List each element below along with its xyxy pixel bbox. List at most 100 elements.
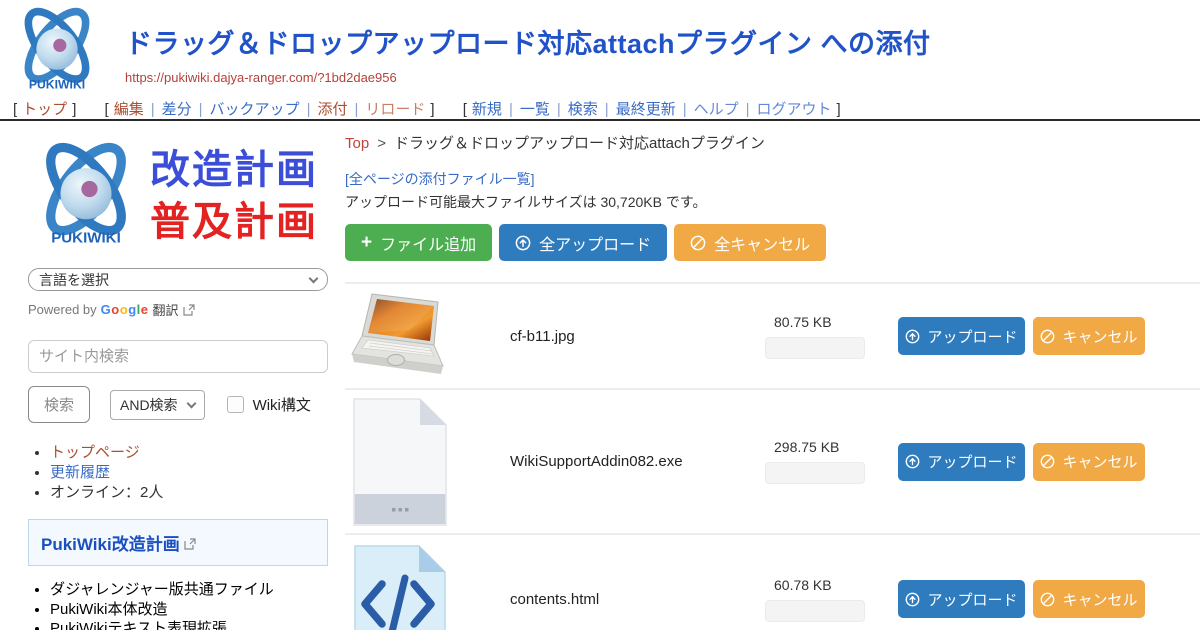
bracket: [: [463, 101, 467, 118]
wiki-syntax-checkbox[interactable]: [227, 396, 244, 413]
atom-logo-icon: PUKIWIKI: [28, 136, 144, 256]
row-actions: アップロード キャンセル: [898, 317, 1145, 355]
nav-new[interactable]: 新規: [472, 101, 502, 118]
cancel-label: キャンセル: [1062, 589, 1137, 610]
file-row: cf-b11.jpg 80.75 KB アップロード: [345, 282, 1200, 388]
google-translate-attribution: Powered by Google 翻訳: [28, 300, 330, 319]
upload-circle-icon: [905, 454, 920, 469]
language-select[interactable]: 言語を選択: [28, 268, 328, 291]
breadcrumb-home-link[interactable]: Top: [345, 135, 369, 152]
site-search-input[interactable]: [28, 340, 328, 373]
pipe: |: [746, 101, 750, 118]
upload-progress-bar: [765, 337, 865, 359]
pipe: |: [605, 101, 609, 118]
sidebar-item-top-page[interactable]: トップページ: [50, 444, 140, 461]
nav-help[interactable]: ヘルプ: [694, 101, 739, 118]
list-item: 更新履歴: [50, 463, 330, 482]
file-row: contents.html 60.78 KB アップロード: [345, 533, 1200, 630]
bracket: [: [105, 101, 109, 118]
online-count: オンライン：2人: [50, 484, 163, 501]
bracket: ]: [430, 101, 434, 118]
pipe: |: [509, 101, 513, 118]
nav-group-site: [新規|一覧|検索|最終更新|ヘルプ|ログアウト]: [458, 101, 846, 118]
sidebar-item-update-history[interactable]: 更新履歴: [50, 464, 110, 481]
sidebar-item-core-mods[interactable]: PukiWiki本体改造: [50, 601, 168, 618]
upload-all-button[interactable]: 全アップロード: [499, 224, 667, 261]
search-controls: 検索 AND検索 Wiki構文: [28, 386, 330, 423]
cancel-all-label: 全キャンセル: [714, 231, 810, 255]
max-upload-size-text: アップロード可能最大ファイルサイズは 30,720KB です。: [345, 192, 1200, 210]
search-mode-value: AND検索: [120, 395, 178, 415]
list-item: トップページ: [50, 443, 330, 462]
upload-circle-icon: [905, 329, 920, 344]
sidebar-item-common-files[interactable]: ダジャレンジャー版共通ファイル: [50, 581, 274, 598]
upload-label: アップロード: [927, 451, 1017, 472]
nav-search[interactable]: 検索: [568, 101, 598, 118]
upload-circle-icon: [515, 235, 531, 251]
nav-top[interactable]: トップ: [22, 101, 67, 118]
nav-diff[interactable]: 差分: [162, 101, 192, 118]
nav-list[interactable]: 一覧: [520, 101, 550, 118]
breadcrumb-current-page: ドラッグ＆ドロップアップロード対応attachプラグイン: [394, 135, 765, 152]
pukiwiki-logo[interactable]: PUKIWIKI: [10, 4, 104, 103]
file-size: 60.78 KB: [774, 577, 880, 593]
banner-line-2: 普及計画: [150, 196, 318, 248]
cancel-button[interactable]: キャンセル: [1033, 443, 1145, 481]
nav-backup[interactable]: バックアップ: [210, 101, 300, 118]
file-name: contents.html: [510, 591, 760, 608]
cancel-button[interactable]: キャンセル: [1033, 580, 1145, 618]
sidebar: PUKIWIKI 改造計画 普及計画 言語を選択 Powered by Goog…: [28, 132, 330, 630]
list-item: ダジャレンジャー版共通ファイル: [50, 580, 330, 600]
file-row: WikiSupportAddin082.exe 298.75 KB アップロード: [345, 388, 1200, 533]
upload-button[interactable]: アップロード: [898, 580, 1025, 618]
translate-link[interactable]: 翻訳: [153, 300, 179, 319]
file-size: 80.75 KB: [774, 314, 880, 330]
page-title: ドラッグ＆ドロップアップロード対応attachプラグイン への添付: [125, 22, 931, 61]
language-select-value: 言語を選択: [39, 270, 109, 290]
row-actions: アップロード キャンセル: [898, 443, 1145, 481]
ban-icon: [1040, 592, 1055, 607]
sidebar-banner[interactable]: PUKIWIKI 改造計画 普及計画: [28, 132, 330, 260]
upload-label: アップロード: [927, 326, 1017, 347]
pipe: |: [199, 101, 203, 118]
banner-line-1: 改造計画: [150, 144, 318, 196]
header: ドラッグ＆ドロップアップロード対応attachプラグイン への添付 https:…: [125, 22, 931, 85]
ban-icon: [1040, 454, 1055, 469]
nav-attach[interactable]: 添付: [317, 101, 347, 118]
upload-progress-bar: [765, 462, 865, 484]
banner-text: 改造計画 普及計画: [150, 144, 318, 248]
search-button[interactable]: 検索: [28, 386, 90, 423]
nav-reload[interactable]: リロード: [365, 101, 425, 118]
search-mode-select[interactable]: AND検索: [110, 390, 205, 420]
cancel-all-button[interactable]: 全キャンセル: [674, 224, 826, 261]
file-size-cell: 60.78 KB: [765, 577, 880, 622]
add-files-button[interactable]: + ファイル追加: [345, 224, 492, 261]
cancel-button[interactable]: キャンセル: [1033, 317, 1145, 355]
breadcrumb: Top>ドラッグ＆ドロップアップロード対応attachプラグイン: [345, 132, 1200, 152]
file-size-cell: 80.75 KB: [765, 314, 880, 359]
all-attachments-link[interactable]: [全ページの添付ファイル一覧]: [345, 169, 1200, 187]
page-url-link[interactable]: https://pukiwiki.dajya-ranger.com/?1bd2d…: [125, 70, 931, 85]
pipe: |: [557, 101, 561, 118]
nav-group-home: [トップ]: [8, 101, 81, 118]
generic-file-icon: [350, 397, 450, 527]
upload-button[interactable]: アップロード: [898, 443, 1025, 481]
upload-all-label: 全アップロード: [539, 231, 651, 255]
file-thumbnail: [345, 290, 455, 382]
nav-recent[interactable]: 最終更新: [616, 101, 676, 118]
row-actions: アップロード キャンセル: [898, 580, 1145, 618]
nav-logout[interactable]: ログアウト: [757, 101, 832, 118]
top-navigation: [トップ] [編集|差分|バックアップ|添付|リロード] [新規|一覧|検索|最…: [8, 98, 860, 119]
add-files-label: ファイル追加: [380, 231, 476, 255]
upload-progress-bar: [765, 600, 865, 622]
sidebar-page-links: ダジャレンジャー版共通ファイル PukiWiki本体改造 PukiWikiテキス…: [50, 580, 330, 630]
nav-edit[interactable]: 編集: [114, 101, 144, 118]
ban-icon: [1040, 329, 1055, 344]
pipe: |: [307, 101, 311, 118]
plus-icon: +: [361, 233, 372, 252]
upload-button[interactable]: アップロード: [898, 317, 1025, 355]
chevron-down-icon: [309, 273, 319, 283]
sidebar-item-text-extension[interactable]: PukiWikiテキスト表現拡張: [50, 620, 227, 630]
logo-wordmark: PUKIWIKI: [51, 229, 121, 246]
site-title-box[interactable]: PukiWiki改造計画: [28, 519, 328, 566]
